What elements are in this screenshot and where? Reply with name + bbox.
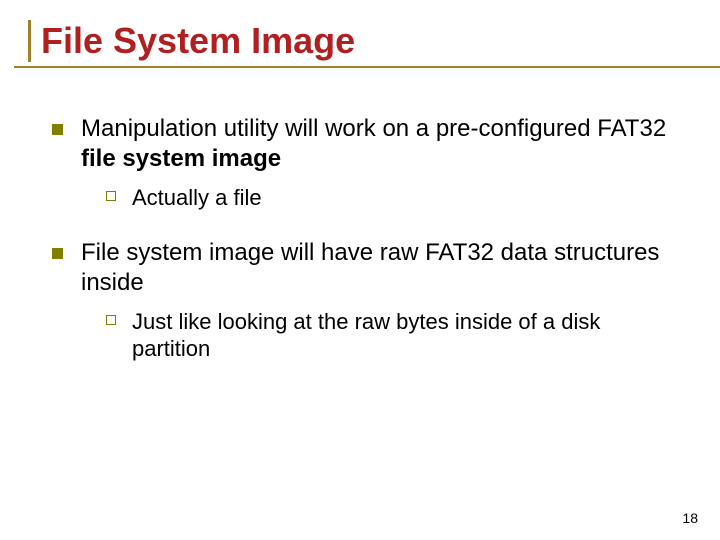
title-block: File System Image <box>28 20 692 62</box>
square-bullet-icon <box>52 248 63 259</box>
bullet-text-plain: File system image will have raw FAT32 da… <box>81 239 659 296</box>
square-bullet-icon <box>52 124 63 135</box>
sub-bullet-item: Just like looking at the raw bytes insid… <box>106 308 682 363</box>
slide-title: File System Image <box>41 20 692 62</box>
bullet-text-plain: Manipulation utility will work on a pre-… <box>81 115 666 142</box>
sub-bullet-text: Actually a file <box>132 184 682 212</box>
bullet-text-bold: file system image <box>81 145 281 172</box>
hollow-square-bullet-icon <box>106 315 116 325</box>
bullet-text: Manipulation utility will work on a pre-… <box>81 114 682 174</box>
sub-bullet-item: Actually a file <box>106 184 682 212</box>
bullet-item: File system image will have raw FAT32 da… <box>52 238 682 298</box>
slide-body: Manipulation utility will work on a pre-… <box>28 68 692 363</box>
hollow-square-bullet-icon <box>106 191 116 201</box>
sub-bullet-text: Just like looking at the raw bytes insid… <box>132 308 682 363</box>
bullet-item: Manipulation utility will work on a pre-… <box>52 114 682 174</box>
page-number: 18 <box>682 510 698 526</box>
bullet-text: File system image will have raw FAT32 da… <box>81 238 682 298</box>
